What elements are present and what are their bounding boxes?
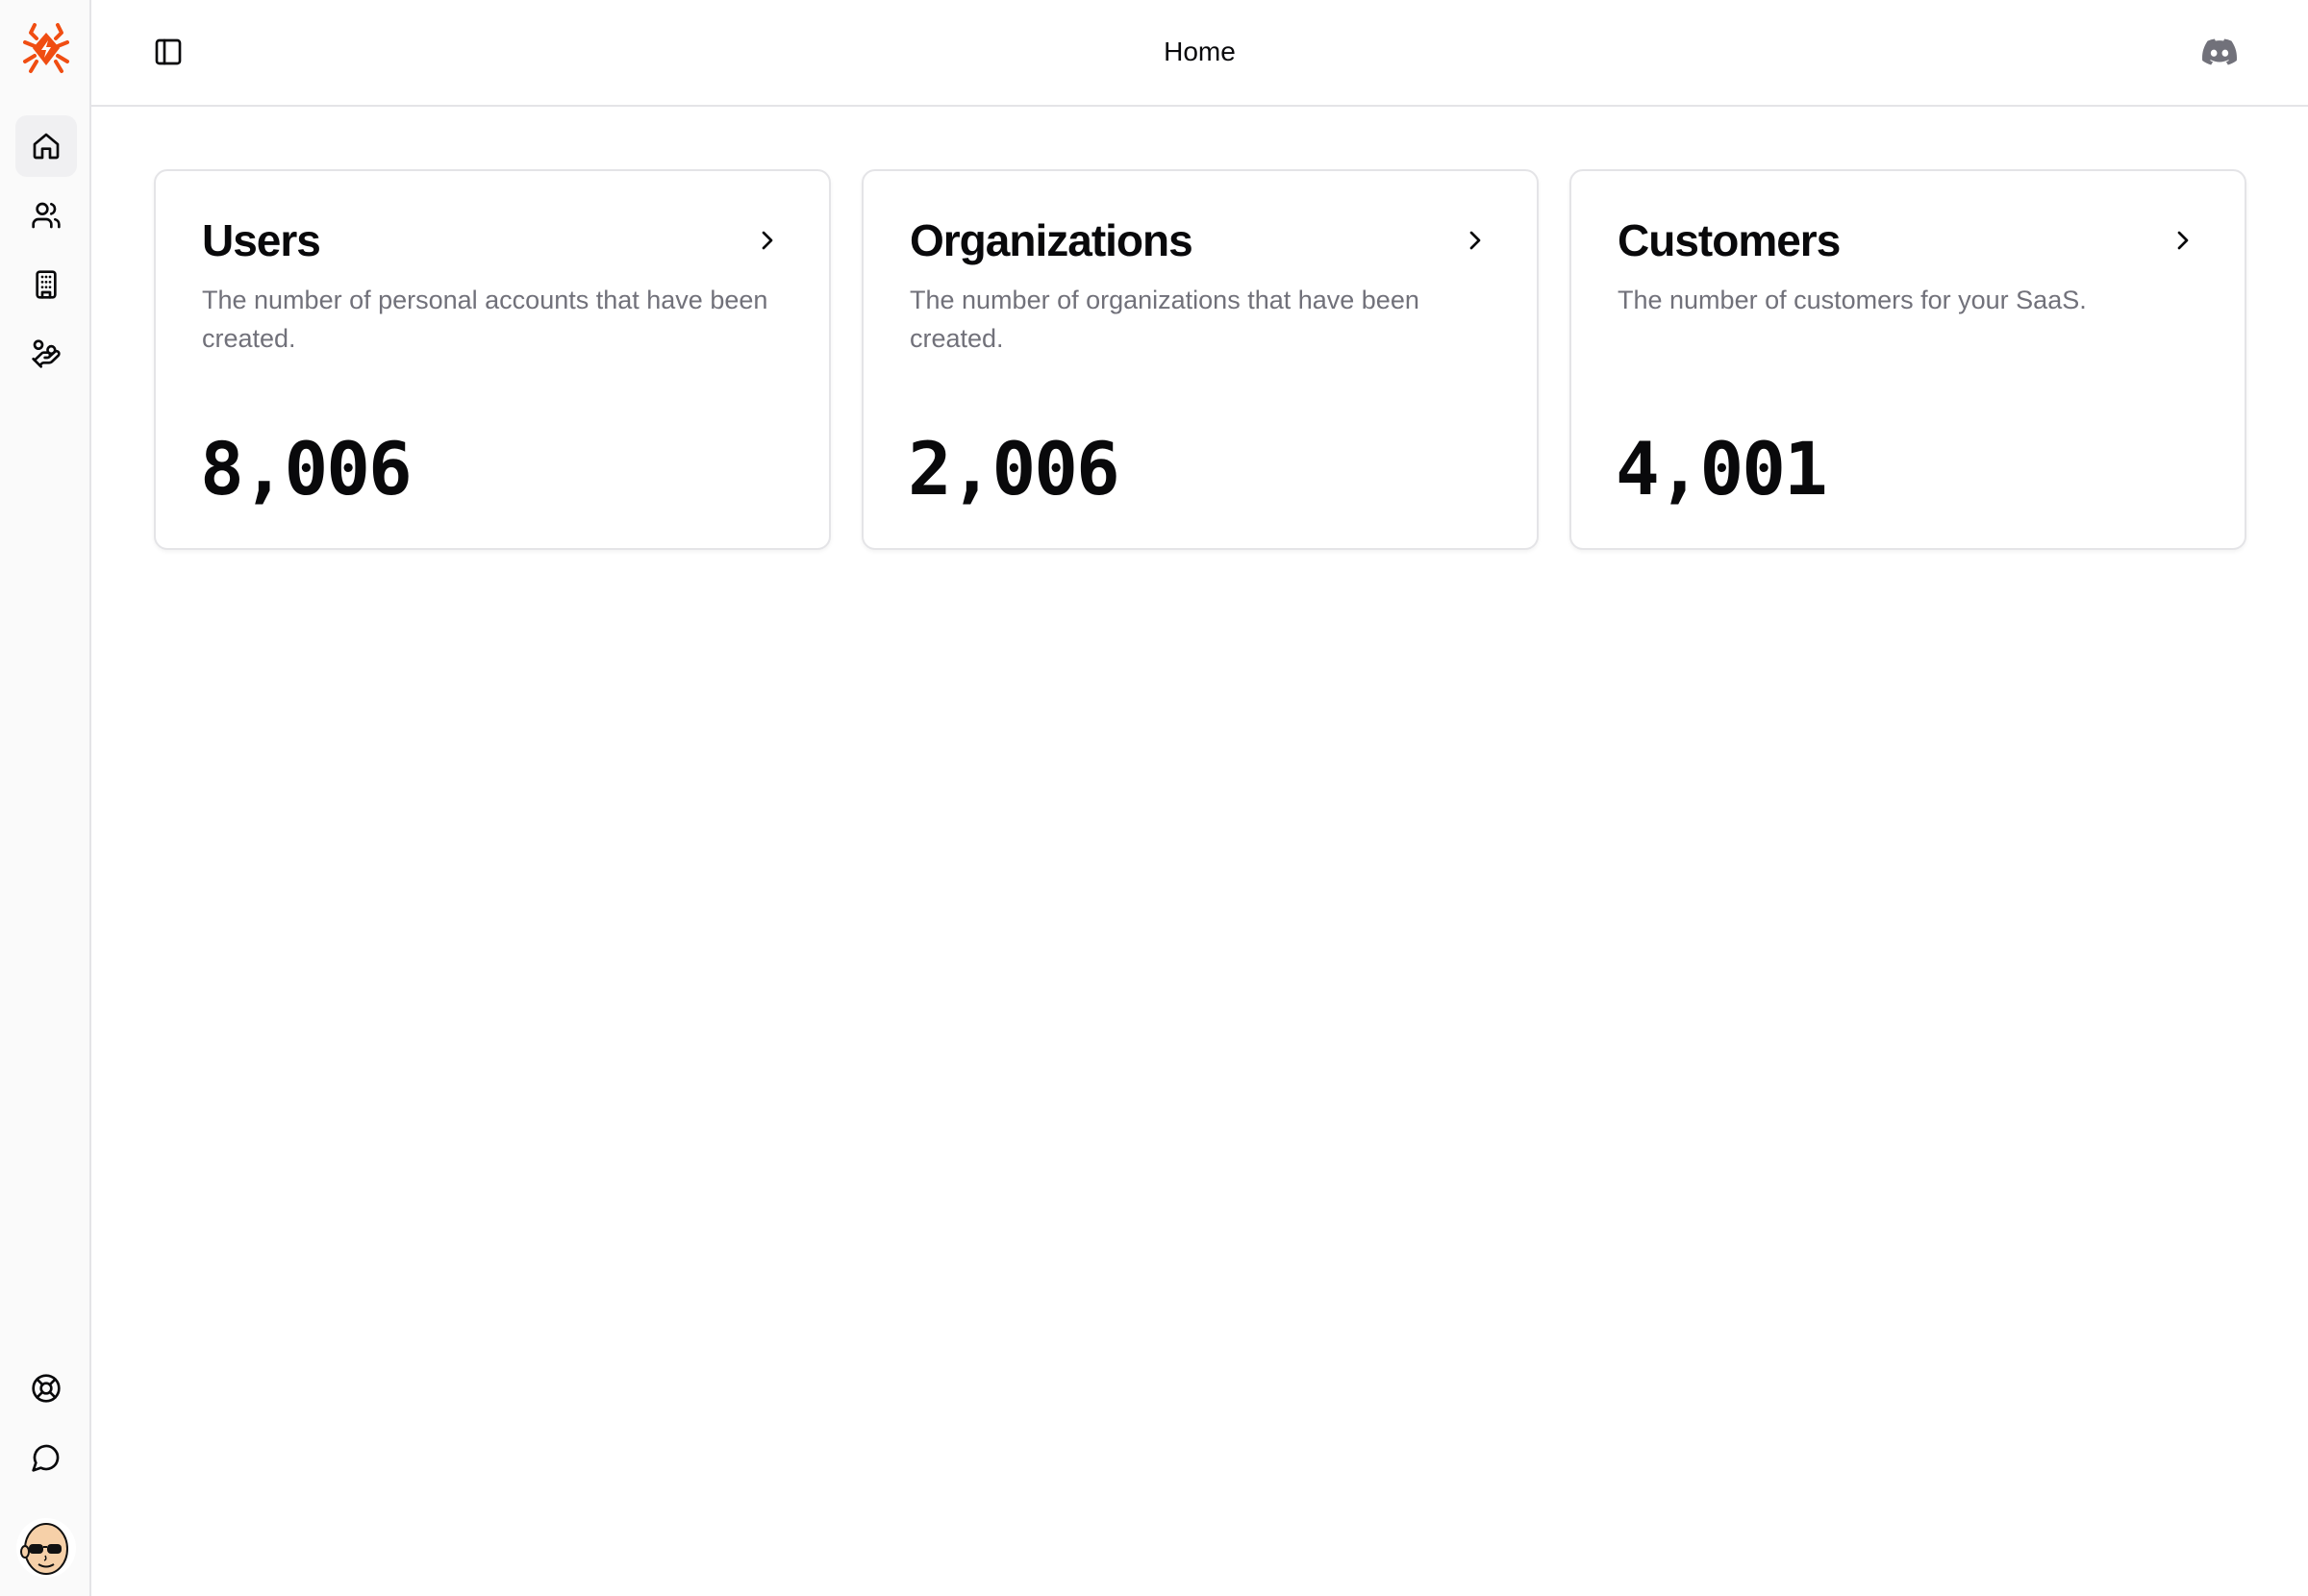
sidebar-item-customers[interactable] xyxy=(15,323,77,385)
spider-logo-icon[interactable] xyxy=(21,21,71,75)
avatar-face-icon xyxy=(16,1518,76,1578)
card-description: The number of customers for your SaaS. xyxy=(1618,286,2087,314)
card-value: 8,006 xyxy=(200,426,413,511)
card-description: The number of organizations that have be… xyxy=(910,286,1419,353)
card-title: Users xyxy=(202,215,321,265)
home-icon xyxy=(33,133,60,160)
users-card[interactable]: Users The number of personal accounts th… xyxy=(154,169,831,550)
chevron-right-icon[interactable] xyxy=(752,225,783,256)
chevron-right-icon[interactable] xyxy=(1460,225,1491,256)
sidebar-item-users[interactable] xyxy=(15,185,77,246)
users-icon xyxy=(32,202,61,229)
discord-icon xyxy=(2202,38,2237,65)
sidebar-item-feedback[interactable] xyxy=(15,1427,77,1488)
hand-coins-icon xyxy=(32,339,61,368)
chevron-right-icon[interactable] xyxy=(2168,225,2198,256)
user-avatar[interactable] xyxy=(15,1517,77,1579)
sidebar-item-organizations[interactable] xyxy=(15,254,77,315)
card-title: Customers xyxy=(1618,215,1841,265)
sidebar xyxy=(0,0,91,1596)
organizations-card[interactable]: Organizations The number of organization… xyxy=(862,169,1539,550)
card-description: The number of personal accounts that hav… xyxy=(202,286,768,353)
building-icon xyxy=(36,270,57,299)
card-value: 4,001 xyxy=(1616,426,1828,511)
sidebar-item-help[interactable] xyxy=(15,1358,77,1419)
card-title: Organizations xyxy=(910,215,1193,265)
sidebar-item-home[interactable] xyxy=(15,115,77,177)
customers-card[interactable]: Customers The number of customers for yo… xyxy=(1569,169,2246,550)
discord-link[interactable] xyxy=(2202,35,2237,69)
card-value: 2,006 xyxy=(908,426,1120,511)
top-header: Home xyxy=(91,0,2308,107)
life-buoy-icon xyxy=(32,1374,61,1403)
page-title: Home xyxy=(1164,37,1236,66)
message-circle-icon xyxy=(32,1444,60,1472)
